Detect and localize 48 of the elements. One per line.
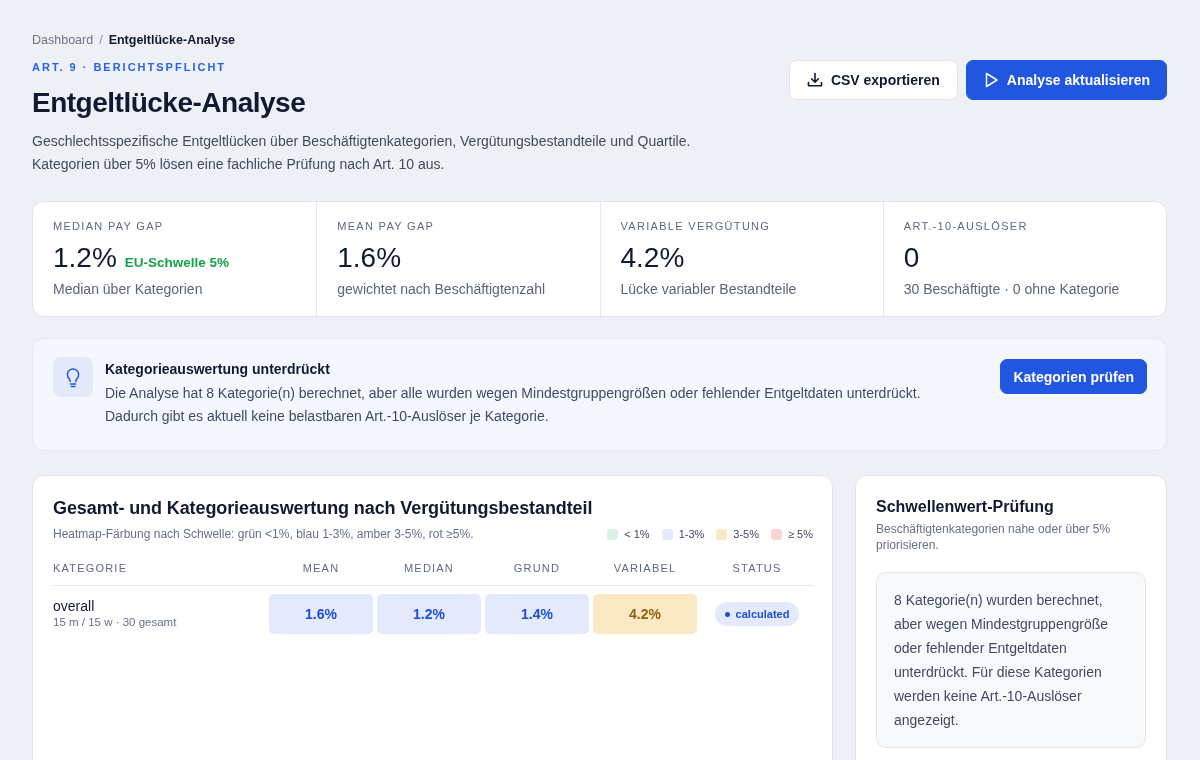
kpi-label: ART.-10-AUSLÖSER — [903, 220, 1029, 233]
review-categories-button[interactable]: Kategorien prüfen — [1000, 359, 1147, 394]
column-header: VARIABEL — [612, 562, 678, 575]
page-title: Entgeltlücke-Analyse — [32, 86, 307, 120]
kpi-caption: gewichtet nach Beschäftigtenzahl — [337, 280, 547, 298]
heatmap-cell: 1.6% — [269, 594, 373, 634]
export-button[interactable]: CSV exportieren — [788, 60, 958, 100]
kpi-label: VARIABLE VERGÜTUNG — [620, 220, 772, 233]
info-text: 8 Kategorie(n) wurden berechnet, aber wegen Mindestgruppengröße oder fehlender Entgeltdaten unterdrückt. Für diese Kategorien werden keine Art.-10-Auslöser angezeigt. — [894, 591, 1110, 730]
alert-title: Kategorieauswertung unterdrückt — [105, 360, 331, 378]
status-badge: calculated — [714, 602, 800, 626]
category-meta: 15 m / 15 w · 30 gesamt — [53, 615, 178, 630]
kpi-caption: 30 Beschäftigte · 0 ohne Kategorie — [903, 280, 1121, 298]
eyebrow-label: ART. 9 · BERICHTSPFLICHT — [32, 61, 228, 74]
category-name: overall — [53, 598, 96, 615]
legend-label: 3-5% — [733, 528, 759, 540]
breadcrumb-separator: / — [99, 32, 103, 47]
kpi-label: MEDIAN PAY GAP — [53, 220, 165, 233]
heatmap-cell: 4.2% — [593, 594, 697, 634]
kpi-value: 4.2% — [620, 241, 685, 275]
breadcrumb-current-page: Entgeltlücke-Analyse — [108, 32, 236, 47]
kpi-note: EU-Schwelle 5% — [124, 255, 230, 270]
kpi-label: MEAN PAY GAP — [337, 220, 436, 233]
kpi-caption: Lücke variabler Bestandteile — [620, 280, 798, 298]
column-header: KATEGORIE — [53, 562, 129, 575]
legend-label: 1-3% — [678, 528, 705, 540]
card-subtitle: Beschäftigtenkategorien nahe oder über 5% priorisieren. — [876, 521, 1112, 553]
column-header: MEDIAN — [403, 562, 455, 575]
page-description: Geschlechtsspezifische Entgeltlücken über Beschäftigtenkategorien, Vergütungsbestandteile und Quartile. Kategorien über 5% lösen eine fachliche Prüfung nach Art. 10 aus. — [32, 132, 691, 174]
column-header: STATUS — [731, 562, 783, 575]
status-dot-icon — [724, 611, 730, 617]
card-title: Schwellenwert-Prüfung — [876, 497, 1055, 517]
download-icon — [806, 72, 823, 88]
lightbulb-icon — [53, 357, 93, 397]
kpi-caption: Median über Kategorien — [53, 280, 204, 298]
alert-message: Die Analyse hat 8 Kategorie(n) berechnet, aber alle wurden wegen Mindestgruppengrößen oder fehlender Entgeltdaten unterdrückt. Dadurch gibt es aktuell keine belastbaren Art.-10-Auslöser je Kategorie. — [105, 384, 922, 426]
card-subtitle: Heatmap-Färbung nach Schwelle: grün <1%, blau 1-3%, amber 3-5%, rot ≥5%. — [53, 527, 474, 541]
legend-label: < 1% — [624, 528, 650, 540]
column-header: GRUND — [512, 562, 562, 575]
card-title: Gesamt- und Kategorieauswertung nach Vergütungsbestandteil — [53, 497, 594, 519]
breadcrumb-link[interactable]: Dashboard — [32, 32, 94, 47]
column-header: MEAN — [301, 562, 341, 575]
heatmap-cell: 1.4% — [485, 594, 589, 634]
kpi-value: 1.2% — [53, 241, 117, 275]
kpi-value: 1.6% — [337, 241, 402, 275]
heatmap-cell: 1.2% — [377, 594, 481, 634]
refresh-button[interactable]: Analyse aktualisieren — [965, 60, 1167, 100]
kpi-value: 0 — [903, 241, 920, 275]
